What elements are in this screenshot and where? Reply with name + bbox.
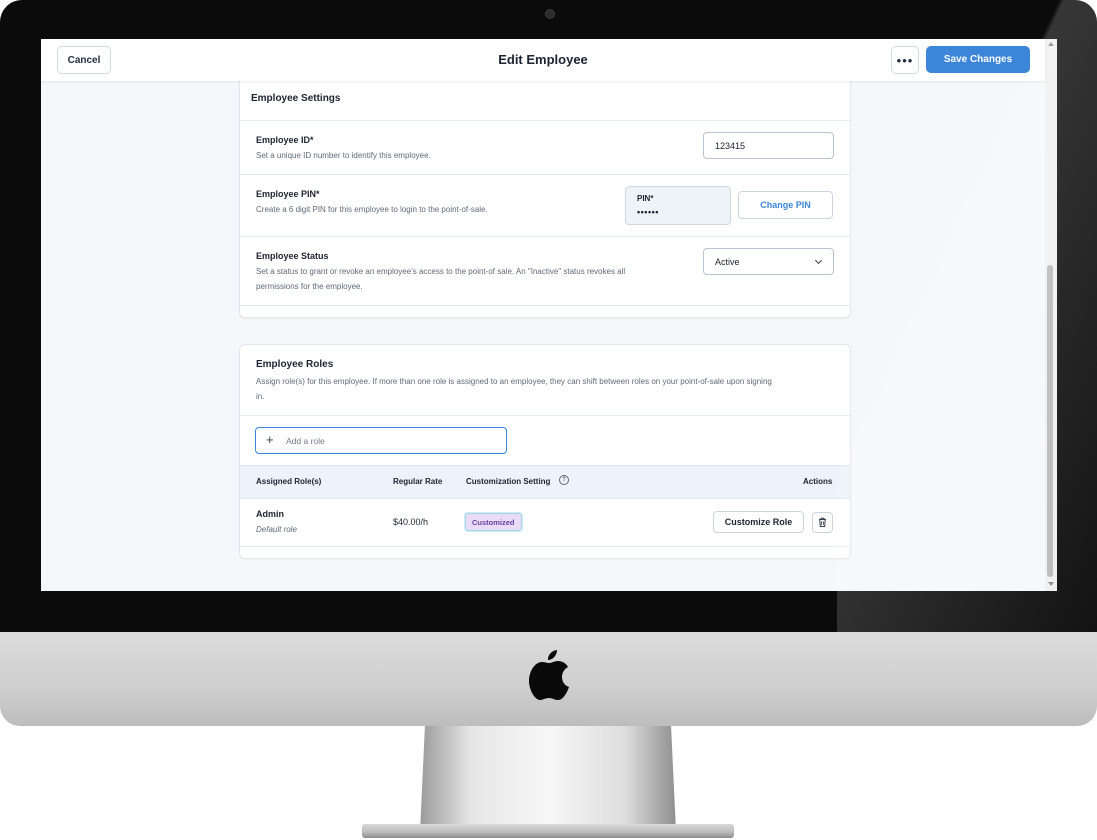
roles-table-header: Assigned Role(s) Regular Rate Customizat… (240, 465, 850, 499)
imac-stand-neck (420, 722, 676, 832)
imac-chin (0, 630, 1097, 726)
divider (240, 415, 850, 416)
delete-role-button[interactable] (812, 512, 833, 533)
column-actions: Actions (803, 477, 833, 486)
employee-pin-help: Create a 6 digit PIN for this employee t… (256, 205, 488, 214)
roles-description-line1: Assign role(s) for this employee. If mor… (256, 377, 772, 386)
trash-icon (819, 517, 826, 527)
plus-icon: + (266, 432, 274, 447)
employee-id-input[interactable]: 123415 (703, 132, 834, 159)
employee-settings-card: Employee Settings Employee ID* Set a uni… (239, 79, 851, 318)
role-rate: $40.00/h (393, 517, 429, 527)
settings-title: Employee Settings (251, 93, 341, 104)
employee-status-value: Active (715, 257, 740, 267)
divider (240, 120, 850, 121)
add-role-placeholder: Add a role (286, 436, 325, 446)
apple-logo-icon (529, 650, 569, 700)
column-assigned-roles: Assigned Role(s) (256, 477, 322, 486)
divider (240, 236, 850, 237)
pin-field[interactable]: PIN* •••••• (625, 186, 731, 225)
employee-status-select[interactable]: Active (703, 248, 834, 275)
employee-status-help-line2: permissions for the employee. (256, 282, 363, 291)
help-circle-icon[interactable]: ? (559, 475, 569, 485)
employee-status-help-line1: Set a status to grant or revoke an emplo… (256, 267, 626, 276)
camera-icon (545, 9, 555, 19)
bezel-reflection (837, 0, 1097, 632)
role-name: Admin (256, 509, 284, 519)
save-changes-button[interactable]: Save Changes (926, 46, 1030, 73)
imac-bezel: Cancel Edit Employee ••• Save Changes Em… (0, 0, 1097, 632)
column-regular-rate: Regular Rate (393, 477, 443, 486)
more-icon: ••• (896, 52, 914, 68)
pin-masked-value: •••••• (637, 207, 659, 217)
divider (240, 305, 850, 306)
employee-status-label: Employee Status (256, 251, 329, 261)
change-pin-button[interactable]: Change PIN (738, 191, 833, 219)
header-bar: Cancel Edit Employee ••• Save Changes (41, 39, 1045, 81)
customized-badge: Customized (465, 513, 522, 531)
add-role-input[interactable]: + Add a role (255, 427, 507, 454)
pin-field-label: PIN* (637, 194, 654, 203)
chevron-down-icon (814, 256, 823, 265)
roles-description-line2: in. (256, 392, 265, 401)
divider (240, 174, 850, 175)
employee-roles-card: Employee Roles Assign role(s) for this e… (239, 344, 851, 559)
imac-stand-base (362, 824, 734, 838)
employee-id-label: Employee ID* (256, 135, 314, 145)
column-customization-setting: Customization Setting (466, 477, 551, 486)
employee-pin-label: Employee PIN* (256, 189, 320, 199)
role-subtitle: Default role (256, 525, 297, 534)
roles-title: Employee Roles (256, 359, 334, 370)
employee-id-help: Set a unique ID number to identify this … (256, 151, 431, 160)
employee-id-value: 123415 (715, 141, 746, 151)
more-options-button[interactable]: ••• (891, 46, 919, 74)
customize-role-button[interactable]: Customize Role (713, 511, 804, 533)
divider (240, 546, 850, 547)
